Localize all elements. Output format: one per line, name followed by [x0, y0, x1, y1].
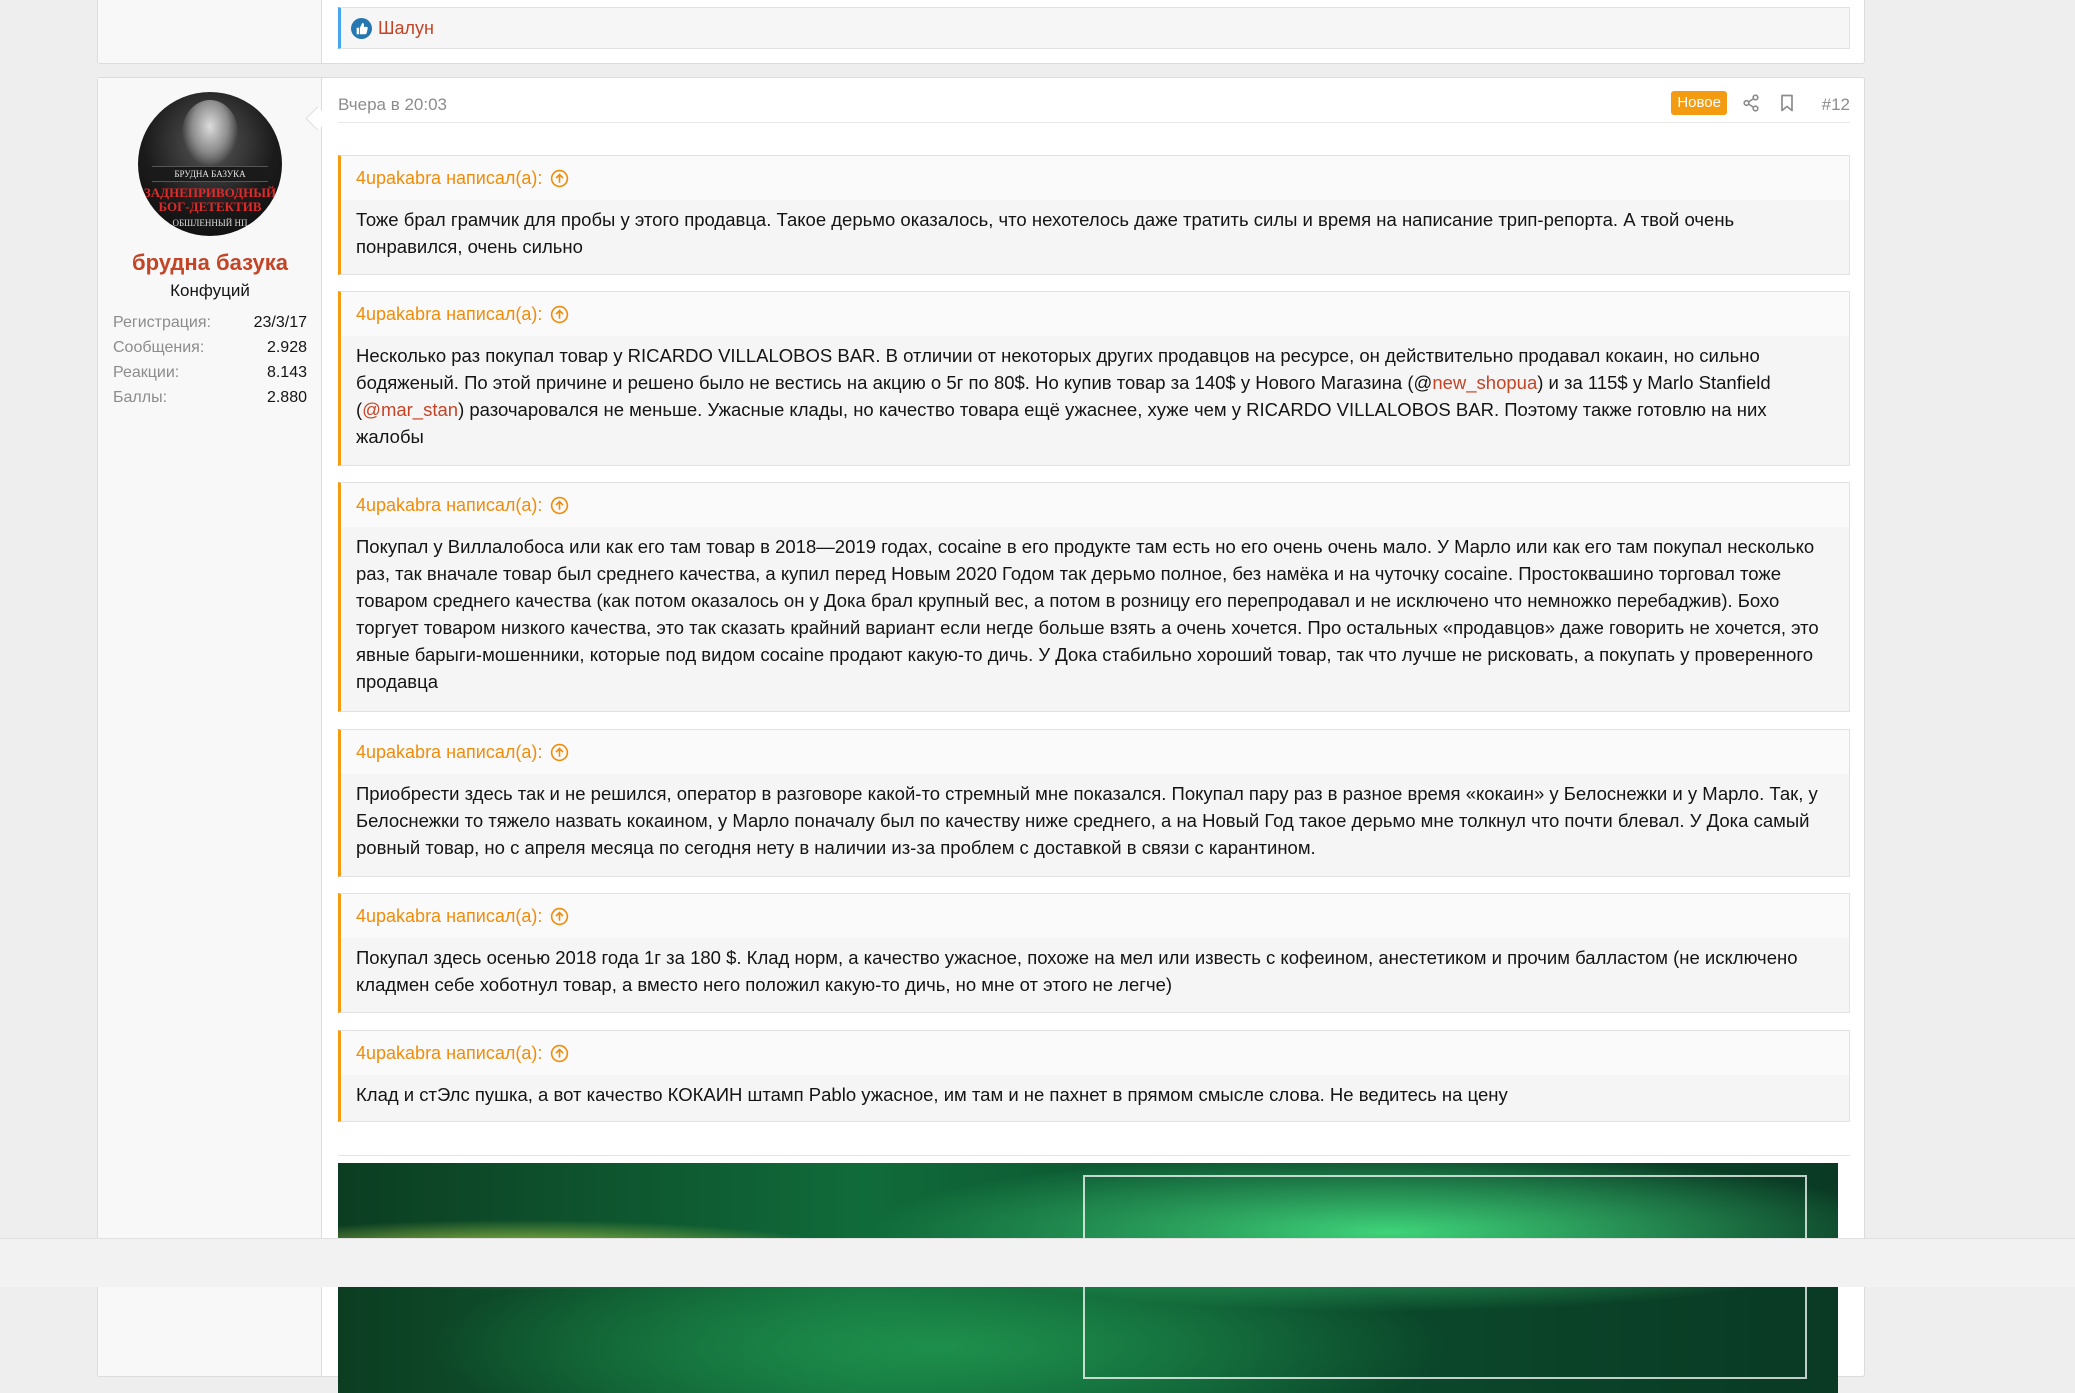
quote-author-link[interactable]: 4upakabra написал(а):: [356, 304, 542, 325]
mention-link[interactable]: new_shopua: [1432, 372, 1537, 393]
quote-text: Тоже брал грамчик для пробы у этого прод…: [356, 209, 1735, 257]
arrow-up-circle-icon[interactable]: [550, 169, 569, 188]
quote-header: 4upakabra написал(а):: [341, 1031, 1849, 1075]
stat-value: 23/3/17: [253, 313, 307, 331]
quote-text: Покупал у Виллалобоса или как его там то…: [356, 536, 1819, 692]
arrow-up-circle-icon[interactable]: [550, 496, 569, 515]
user-title: Конфуций: [170, 281, 250, 300]
quote-author-link[interactable]: 4upakabra написал(а):: [356, 495, 542, 516]
quote-block: 4upakabra написал(а): Клад и стЭлс пушка…: [338, 1030, 1850, 1122]
avatar-small-text: ОБШЛЕННЫЙ НП: [172, 218, 248, 228]
quote-block: 4upakabra написал(а): Приобрести здесь т…: [338, 729, 1850, 877]
quote-author-link[interactable]: 4upakabra написал(а):: [356, 168, 542, 189]
arrow-up-circle-icon[interactable]: [550, 907, 569, 926]
bookmark-icon[interactable]: [1779, 94, 1795, 117]
arrow-up-circle-icon[interactable]: [550, 1044, 569, 1063]
quote-author-link[interactable]: 4upakabra написал(а):: [356, 1043, 542, 1064]
quote-header: 4upakabra написал(а):: [341, 730, 1849, 774]
post-header: Вчера в 20:03 Новое #12: [338, 88, 1850, 123]
quote-author-link[interactable]: 4upakabra написал(а):: [356, 742, 542, 763]
like-icon: [351, 17, 372, 39]
share-icon[interactable]: [1742, 94, 1760, 117]
mention-link[interactable]: @mar_stan: [362, 399, 458, 420]
arrow-up-circle-icon[interactable]: [550, 743, 569, 762]
user-avatar[interactable]: БРУДНА БАЗУКА ЗАДНЕПРИВОДНЫЙ БОГ-ДЕТЕКТИ…: [138, 92, 282, 236]
reaction-user-link[interactable]: Шалун: [378, 18, 434, 39]
quote-header: 4upakabra написал(а):: [341, 483, 1849, 527]
quote-text: Клад и стЭлс пушка, а вот качество КОКАИ…: [356, 1084, 1508, 1105]
previous-post: Шалун: [97, 0, 1865, 64]
quote-block: 4upakabra написал(а): Несколько раз поку…: [338, 291, 1850, 466]
stat-value: 8.143: [266, 363, 307, 381]
stat-value[interactable]: 2.880: [267, 389, 307, 407]
stat-messages: Сообщения: 2.928: [113, 335, 307, 360]
quote-text: Покупал здесь осенью 2018 года 1г за 180…: [356, 947, 1798, 995]
quote-text: Приобрести здесь так и не решился, опера…: [356, 783, 1818, 858]
username-link[interactable]: брудна базука: [98, 250, 322, 276]
quote-header: 4upakabra написал(а):: [341, 894, 1849, 938]
avatar-red-text-1: ЗАДНЕПРИВОДНЫЙ: [143, 185, 277, 200]
user-stats: Регистрация: 23/3/17 Сообщения: 2.928 Ре…: [113, 310, 307, 410]
bottom-bar: [0, 1238, 2075, 1287]
quote-header: 4upakabra написал(а):: [341, 156, 1849, 200]
stat-reactions: Реакции: 8.143: [113, 360, 307, 385]
divider: [338, 1155, 1850, 1156]
stat-label: Регистрация:: [113, 313, 211, 331]
stat-label: Баллы:: [113, 388, 168, 406]
quote-block: 4upakabra написал(а): Тоже брал грамчик …: [338, 155, 1850, 275]
post-12: БРУДНА БАЗУКА ЗАДНЕПРИВОДНЫЙ БОГ-ДЕТЕКТИ…: [97, 77, 1865, 1393]
quote-text-part: ) разочаровался не меньше. Ужасные клады…: [356, 399, 1767, 447]
stat-label: Реакции:: [113, 363, 180, 381]
stat-points: Баллы: 2.880: [113, 385, 307, 410]
quote-text: Несколько раз покупал товар у RICARDO VI…: [341, 336, 1849, 450]
stat-value[interactable]: 2.928: [267, 339, 307, 357]
quote-block: 4upakabra написал(а): Покупал здесь осен…: [338, 893, 1850, 1013]
avatar-red-text-2: БОГ-ДЕТЕКТИВ: [158, 199, 262, 214]
user-sidebar: БРУДНА БАЗУКА ЗАДНЕПРИВОДНЫЙ БОГ-ДЕТЕКТИ…: [98, 78, 322, 1376]
stat-label: Сообщения:: [113, 338, 205, 356]
new-badge: Новое: [1671, 91, 1727, 115]
avatar-caption: БРУДНА БАЗУКА: [152, 166, 268, 182]
rooster-image: [182, 100, 238, 166]
quote-block: 4upakabra написал(а): Покупал у Виллалоб…: [338, 482, 1850, 712]
arrow-up-circle-icon[interactable]: [550, 305, 569, 324]
post-number-link[interactable]: #12: [1822, 95, 1850, 115]
stat-registration: Регистрация: 23/3/17: [113, 310, 307, 335]
previous-post-sidebar: [98, 0, 322, 63]
reactions-bar[interactable]: Шалун: [338, 7, 1850, 49]
quote-header: 4upakabra написал(а):: [341, 292, 1849, 336]
post-date-link[interactable]: Вчера в 20:03: [338, 95, 447, 115]
quote-author-link[interactable]: 4upakabra написал(а):: [356, 906, 542, 927]
